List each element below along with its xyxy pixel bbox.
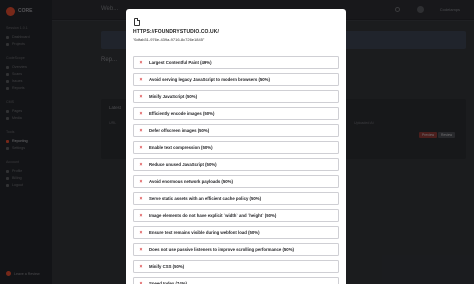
audit-label: Image elements do not have explicit `wid… — [149, 213, 277, 218]
audit-label: Ensure text remains visible during webfo… — [149, 230, 260, 235]
audit-item[interactable]: × Defer offscreen images (50%) — [133, 124, 339, 137]
audit-label: Largest Contentful Paint (49%) — [149, 60, 212, 65]
audit-label: Minify CSS (50%) — [149, 264, 185, 269]
report-url: HTTPS://FOUNDRYSTUDIO.CO.UK/ — [133, 29, 219, 35]
fail-icon: × — [139, 263, 143, 270]
audit-label: Serve static assets with an efficient ca… — [149, 196, 262, 201]
audit-item[interactable]: × Minify CSS (50%) — [133, 260, 339, 273]
audit-item[interactable]: × Speed Index (74%) — [133, 277, 339, 284]
audit-item[interactable]: × Avoid serving legacy JavaScript to mode… — [133, 73, 339, 86]
fail-icon: × — [139, 195, 143, 202]
fail-icon: × — [139, 144, 143, 151]
audit-item[interactable]: × Image elements do not have explicit `wi… — [133, 209, 339, 222]
audit-label: Enable text compression (50%) — [149, 145, 213, 150]
fail-icon: × — [139, 229, 143, 236]
audit-label: Avoid enormous network payloads (50%) — [149, 179, 233, 184]
fail-icon: × — [139, 246, 143, 253]
audit-item[interactable]: × Reduce unused JavaScript (50%) — [133, 158, 339, 171]
audit-label: Minify JavaScript (50%) — [149, 94, 197, 99]
document-icon — [134, 18, 140, 26]
audit-label: Defer offscreen images (50%) — [149, 128, 210, 133]
audit-item[interactable]: × Efficiently encode images (50%) — [133, 107, 339, 120]
audit-label: Efficiently encode images (50%) — [149, 111, 215, 116]
fail-icon: × — [139, 212, 143, 219]
fail-icon: × — [139, 127, 143, 134]
audit-label: Reduce unused JavaScript (50%) — [149, 162, 217, 167]
fail-icon: × — [139, 110, 143, 117]
audit-item[interactable]: × Does not use passive listeners to impro… — [133, 243, 339, 256]
fail-icon: × — [139, 178, 143, 185]
audit-item[interactable]: × Ensure text remains visible during webf… — [133, 226, 339, 239]
fail-icon: × — [139, 59, 143, 66]
audit-label: Does not use passive listeners to improv… — [149, 247, 294, 252]
audit-item[interactable]: × Largest Contentful Paint (49%) — [133, 56, 339, 69]
audit-list: × Largest Contentful Paint (49%) × Avoid se… — [133, 56, 339, 284]
fail-icon: × — [139, 76, 143, 83]
audit-item[interactable]: × Minify JavaScript (50%) — [133, 90, 339, 103]
fail-icon: × — [139, 93, 143, 100]
report-id: "6dfab31-976e-439a-9716-8c726e1845" — [133, 37, 205, 42]
fail-icon: × — [139, 161, 143, 168]
audit-item[interactable]: × Serve static assets with an efficient c… — [133, 192, 339, 205]
audit-item[interactable]: × Avoid enormous network payloads (50%) — [133, 175, 339, 188]
audit-label: Avoid serving legacy JavaScript to moder… — [149, 77, 270, 82]
audit-modal: HTTPS://FOUNDRYSTUDIO.CO.UK/ "6dfab31-97… — [126, 9, 346, 284]
audit-item[interactable]: × Enable text compression (50%) — [133, 141, 339, 154]
